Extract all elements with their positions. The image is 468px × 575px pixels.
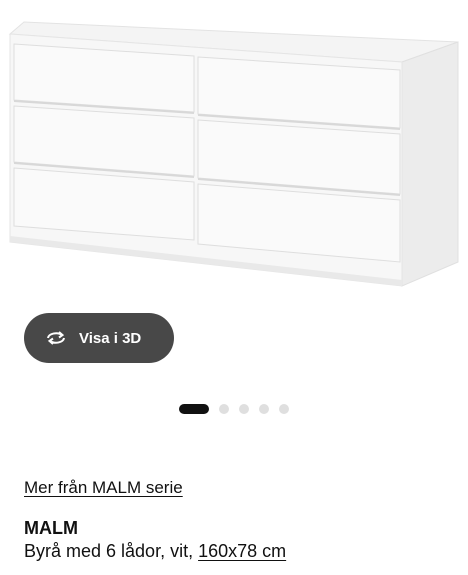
carousel-dot-active[interactable]	[179, 404, 209, 414]
product-name: MALM	[24, 518, 78, 538]
carousel-dot[interactable]	[279, 404, 289, 414]
view-in-3d-button[interactable]: Visa i 3D	[24, 313, 174, 363]
product-description: Byrå med 6 lådor, vit, 160x78 cm	[24, 541, 286, 562]
view-in-3d-label: Visa i 3D	[79, 329, 142, 347]
series-link[interactable]: Mer från MALM serie	[24, 478, 183, 498]
carousel-dot[interactable]	[239, 404, 249, 414]
product-image[interactable]	[0, 0, 468, 300]
dresser-icon	[8, 21, 459, 287]
carousel-dot[interactable]	[219, 404, 229, 414]
product-size-link[interactable]: 160x78 cm	[198, 541, 286, 561]
carousel-dot[interactable]	[259, 404, 269, 414]
product-description-text: Byrå med 6 lådor, vit,	[24, 541, 199, 561]
carousel-indicator	[0, 404, 468, 414]
rotate-3d-icon	[44, 329, 68, 347]
